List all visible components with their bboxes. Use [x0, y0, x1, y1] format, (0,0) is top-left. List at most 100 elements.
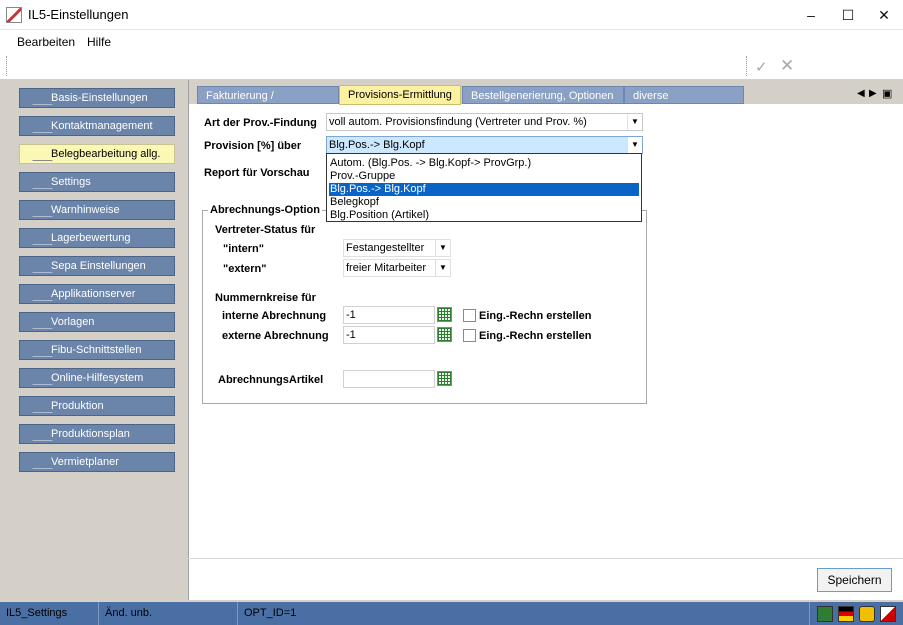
stripe-decoration	[20, 147, 53, 161]
app-icon	[6, 7, 22, 23]
stripe-decoration	[20, 399, 53, 413]
extern-label: "extern"	[223, 263, 267, 275]
sidebar-item-label: Vermietplaner	[51, 456, 119, 468]
abrechnungsartikel-input[interactable]	[343, 370, 435, 388]
interne-abrechnung-label: interne Abrechnung	[222, 310, 327, 322]
eing-rechn-checkbox-2[interactable]	[463, 329, 476, 342]
sidebar-item-label: Applikationserver	[51, 288, 136, 300]
art-prov-value: voll autom. Provisionsfindung (Vertreter…	[329, 116, 587, 128]
german-flag-icon[interactable]	[838, 606, 854, 622]
lookup-grid-icon[interactable]	[437, 327, 452, 342]
checkmark-icon[interactable]: ✓	[755, 58, 768, 76]
sidebar-item-basis-einstellungen[interactable]: Basis-Einstellungen	[19, 88, 175, 108]
status-app-name: IL5_Settings	[0, 602, 99, 625]
save-button[interactable]: Speichern	[817, 568, 892, 592]
lookup-grid-icon[interactable]	[437, 371, 452, 386]
chevron-down-icon[interactable]: ▼	[435, 260, 450, 276]
stripe-decoration	[20, 259, 53, 273]
art-prov-select[interactable]: voll autom. Provisionsfindung (Vertreter…	[326, 113, 643, 131]
tab-provisions-ermittlung[interactable]: Provisions-Ermittlung	[339, 85, 461, 105]
sidebar-item-produktionsplan[interactable]: Produktionsplan	[19, 424, 175, 444]
stripe-decoration	[20, 175, 53, 189]
externe-abrechnung-input[interactable]: -1	[343, 326, 435, 344]
close-button[interactable]: ✕	[867, 4, 901, 26]
sidebar-item-label: Produktion	[51, 400, 104, 412]
eing-rechn-label-1: Eing.-Rechn erstellen	[479, 310, 592, 322]
eing-rechn-label-2: Eing.-Rechn erstellen	[479, 330, 592, 342]
sidebar-item-label: Online-Hilfesystem	[51, 372, 144, 384]
toolbar-grip	[6, 56, 7, 76]
tab-menu-icon[interactable]: ▣	[882, 87, 892, 100]
toolbar-separator	[746, 56, 747, 76]
stripe-decoration	[20, 371, 53, 385]
sidebar-item-warnhinweise[interactable]: Warnhinweise	[19, 200, 175, 220]
eing-rechn-checkbox-1[interactable]	[463, 309, 476, 322]
sidebar-item-label: Basis-Einstellungen	[51, 92, 148, 104]
dropdown-option-selected[interactable]: Blg.Pos.-> Blg.Kopf	[328, 182, 640, 197]
sidebar-item-kontaktmanagement[interactable]: Kontaktmanagement	[19, 116, 175, 136]
sidebar-item-fibu[interactable]: Fibu-Schnittstellen	[19, 340, 175, 360]
status-opt-id: OPT_ID=1	[238, 602, 810, 625]
sidebar-item-applikationserver[interactable]: Applikationserver	[19, 284, 175, 304]
lock-icon[interactable]	[859, 606, 875, 622]
sidebar-item-vorlagen[interactable]: Vorlagen	[19, 312, 175, 332]
dropdown-option[interactable]: Autom. (Blg.Pos. -> Blg.Kopf-> ProvGrp.)	[329, 157, 639, 170]
sidebar-item-lagerbewertung[interactable]: Lagerbewertung	[19, 228, 175, 248]
sidebar-item-label: Settings	[51, 176, 91, 188]
stripe-decoration	[20, 315, 53, 329]
interne-abrechnung-input[interactable]: -1	[343, 306, 435, 324]
report-vorschau-label: Report für Vorschau	[204, 167, 310, 179]
title-bar	[0, 0, 903, 30]
sidebar-item-settings[interactable]: Settings	[19, 172, 175, 192]
minimize-button[interactable]: –	[794, 4, 828, 26]
sidebar-item-label: Kontaktmanagement	[51, 120, 153, 132]
chevron-down-icon[interactable]: ▼	[627, 114, 642, 130]
print-icon[interactable]	[880, 606, 896, 622]
tab-next-icon[interactable]: ▶	[869, 88, 877, 99]
dropdown-option[interactable]: Blg.Position (Artikel)	[329, 209, 639, 222]
excel-icon[interactable]	[817, 606, 833, 622]
sidebar-item-label: Vorlagen	[51, 316, 95, 328]
intern-value: Festangestellter	[346, 242, 425, 254]
sidebar-item-belegbearbeitung[interactable]: Belegbearbeitung allg.	[19, 144, 175, 164]
chevron-down-icon[interactable]: ▼	[627, 137, 642, 153]
cancel-icon[interactable]: ✕	[780, 56, 794, 76]
stripe-decoration	[20, 343, 53, 357]
menu-bar	[0, 30, 903, 52]
sidebar-item-produktion[interactable]: Produktion	[19, 396, 175, 416]
provision-value: Blg.Pos.-> Blg.Kopf	[329, 139, 425, 151]
chevron-down-icon[interactable]: ▼	[435, 240, 450, 256]
dropdown-option[interactable]: Prov.-Gruppe	[329, 170, 639, 183]
dropdown-option[interactable]: Belegkopf	[329, 196, 639, 209]
stripe-decoration	[20, 203, 53, 217]
maximize-button[interactable]: ☐	[831, 4, 865, 26]
provision-select[interactable]: Blg.Pos.-> Blg.Kopf	[326, 136, 643, 154]
tab-fakturierung[interactable]: Fakturierung / Sammelrg.	[197, 86, 339, 120]
art-prov-label: Art der Prov.-Findung	[204, 117, 317, 129]
lookup-grid-icon[interactable]	[437, 307, 452, 322]
nummernkreise-label: Nummernkreise für	[215, 292, 316, 304]
stripe-decoration	[20, 231, 53, 245]
extern-value: freier Mitarbeiter	[346, 262, 427, 274]
stripe-decoration	[20, 119, 53, 133]
tab-prev-icon[interactable]: ◀	[857, 88, 865, 99]
sidebar-item-label: Belegbearbeitung allg.	[51, 148, 161, 160]
provision-dropdown-list: Autom. (Blg.Pos. -> Blg.Kopf-> ProvGrp.)…	[326, 153, 642, 222]
status-changes: Änd. unb.	[99, 602, 238, 625]
stripe-decoration	[20, 91, 53, 105]
sidebar-item-label: Sepa Einstellungen	[51, 260, 146, 272]
provision-label: Provision [%] über	[204, 140, 302, 152]
menu-hilfe[interactable]: Hilfe	[87, 35, 111, 49]
sidebar-item-vermietplaner[interactable]: Vermietplaner	[19, 452, 175, 472]
group-title: Abrechnungs-Option	[208, 204, 322, 216]
stripe-decoration	[20, 455, 53, 469]
tab-bestellgenerierung[interactable]: Bestellgenerierung, Optionen	[462, 86, 624, 104]
sidebar-item-label: Produktionsplan	[51, 428, 130, 440]
menu-bearbeiten[interactable]: Bearbeiten	[17, 35, 75, 49]
sidebar-item-label: Lagerbewertung	[51, 232, 131, 244]
sidebar-item-sepa[interactable]: Sepa Einstellungen	[19, 256, 175, 276]
tab-diverse-einstellungen[interactable]: diverse Einstellungen	[624, 86, 744, 120]
sidebar-item-hilfesystem[interactable]: Online-Hilfesystem	[19, 368, 175, 388]
sidebar-item-label: Fibu-Schnittstellen	[51, 344, 142, 356]
sidebar-item-label: Warnhinweise	[51, 204, 120, 216]
